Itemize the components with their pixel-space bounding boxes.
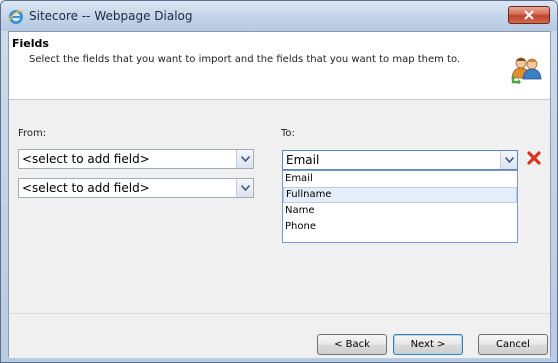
title-bar[interactable]: Sitecore -- Webpage Dialog [1, 1, 557, 31]
cancel-button[interactable]: Cancel [478, 334, 548, 355]
dialog-client: Fields Select the fields that you want t… [8, 31, 551, 358]
close-icon [524, 10, 534, 20]
next-button[interactable]: Next > [393, 334, 463, 355]
from-field-select-2-value: <select to add field> [22, 181, 150, 195]
remove-mapping-icon[interactable] [527, 151, 541, 165]
to-field-options-list[interactable]: Email Fullname Name Phone [282, 170, 518, 243]
option-email[interactable]: Email [283, 171, 517, 187]
page-description: Select the fields that you want to impor… [29, 54, 461, 65]
close-button[interactable] [508, 6, 550, 24]
from-field-select-2[interactable]: <select to add field> [18, 178, 254, 198]
wizard-header: Fields Select the fields that you want t… [9, 32, 550, 100]
chevron-down-icon[interactable] [236, 179, 253, 197]
page-title: Fields [12, 37, 49, 50]
users-icon [511, 57, 542, 84]
option-phone[interactable]: Phone [283, 219, 517, 235]
to-field-select-1-value: Email [286, 153, 320, 167]
from-field-select-1-value: <select to add field> [22, 152, 150, 166]
chevron-down-icon[interactable] [500, 151, 517, 169]
internet-explorer-icon [8, 10, 24, 24]
dialog-window: Sitecore -- Webpage Dialog Fields Select… [0, 0, 558, 363]
back-button[interactable]: < Back [317, 334, 387, 355]
to-label: To: [281, 128, 295, 139]
from-field-select-1[interactable]: <select to add field> [18, 149, 254, 169]
from-label: From: [18, 128, 47, 139]
to-field-select-1[interactable]: Email [282, 150, 518, 170]
chevron-down-icon[interactable] [236, 150, 253, 168]
wizard-footer: < Back Next > Cancel [9, 313, 550, 358]
option-fullname[interactable]: Fullname [283, 187, 517, 203]
window-title: Sitecore -- Webpage Dialog [29, 9, 193, 23]
option-name[interactable]: Name [283, 203, 517, 219]
